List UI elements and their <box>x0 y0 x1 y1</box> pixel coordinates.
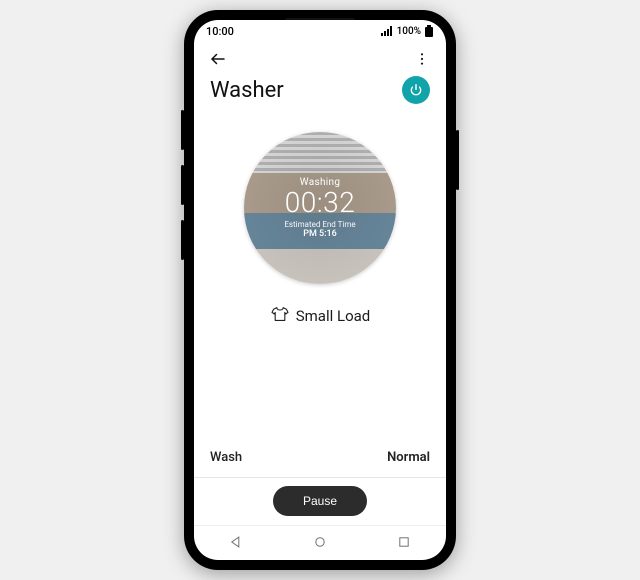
back-icon <box>209 50 227 68</box>
nav-back[interactable] <box>229 534 243 553</box>
app-body: Washer Washing 00:32 Estimat <box>194 42 446 526</box>
nav-home-icon <box>313 535 327 549</box>
phone-frame: 10:00 100% <box>184 10 456 570</box>
title-row: Washer <box>194 76 446 108</box>
page-title: Washer <box>210 78 284 103</box>
more-button[interactable] <box>408 45 436 73</box>
back-button[interactable] <box>204 45 232 73</box>
mode-value: Normal <box>387 450 430 465</box>
cycle-dial[interactable]: Washing 00:32 Estimated End Time PM 5:16 <box>244 132 396 284</box>
nav-back-icon <box>229 535 243 549</box>
status-right: 100% <box>381 25 434 37</box>
status-bar: 10:00 100% <box>194 20 446 42</box>
signal-icon <box>381 26 394 36</box>
load-label: Small Load <box>296 307 371 325</box>
nav-recent-icon <box>397 535 411 549</box>
mode-type: Wash <box>210 450 242 465</box>
more-vertical-icon <box>414 51 430 67</box>
power-icon <box>409 83 423 97</box>
cycle-info: Washing 00:32 Estimated End Time PM 5:16 <box>244 132 396 284</box>
stage: 10:00 100% <box>0 0 640 580</box>
status-clock: 10:00 <box>206 25 234 38</box>
power-button[interactable] <box>402 76 430 104</box>
action-row: Pause <box>194 478 446 526</box>
shirt-icon <box>270 306 290 326</box>
battery-icon <box>424 25 434 37</box>
content: Washing 00:32 Estimated End Time PM 5:16… <box>194 108 446 526</box>
cycle-est-label: Estimated End Time <box>284 220 355 229</box>
app-topbar <box>194 42 446 76</box>
mode-row[interactable]: Wash Normal <box>194 440 446 477</box>
pause-button[interactable]: Pause <box>273 486 367 516</box>
load-row: Small Load <box>270 306 371 326</box>
cycle-est-time: PM 5:16 <box>303 229 337 239</box>
battery-level: 100% <box>397 26 421 37</box>
nav-home[interactable] <box>313 534 327 553</box>
cycle-remaining: 00:32 <box>285 188 356 219</box>
nav-recent[interactable] <box>397 534 411 553</box>
system-navbar <box>194 525 446 560</box>
phone-screen: 10:00 100% <box>194 20 446 560</box>
footer: Wash Normal Pause <box>194 440 446 526</box>
